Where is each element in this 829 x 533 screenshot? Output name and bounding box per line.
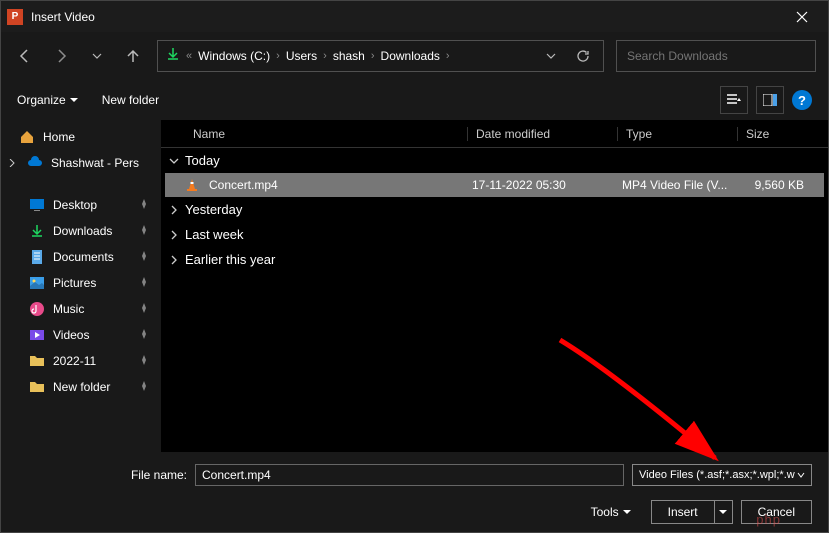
chevron-right-icon: › [446, 50, 450, 62]
addr-dropdown-button[interactable] [539, 44, 563, 68]
chevron-icon: « [186, 50, 192, 62]
sidebar-item-pictures[interactable]: Pictures [1, 270, 161, 296]
file-name: Concert.mp4 [205, 178, 464, 192]
file-type: MP4 Video File (V... [614, 178, 734, 192]
insert-button[interactable]: Insert [651, 500, 715, 524]
chevron-right-icon: › [276, 50, 280, 62]
pin-icon [139, 302, 149, 316]
up-button[interactable] [121, 44, 145, 68]
cancel-button[interactable]: Cancel [741, 500, 812, 524]
sidebar-item-home[interactable]: Home [1, 124, 161, 150]
file-filter-dropdown[interactable]: Video Files (*.asf;*.asx;*.wpl;*.w [632, 464, 812, 486]
group-label: Earlier this year [185, 252, 275, 267]
sidebar-item-label: Pictures [53, 276, 96, 290]
chevron-right-icon: › [371, 50, 375, 62]
folder-icon [29, 379, 45, 395]
pin-icon [139, 198, 149, 212]
close-button[interactable] [782, 3, 822, 31]
vlc-icon [185, 178, 205, 192]
sidebar-item-label: 2022-11 [53, 354, 96, 368]
forward-button[interactable] [49, 44, 73, 68]
window-title: Insert Video [31, 10, 782, 24]
sidebar-item-videos[interactable]: Videos [1, 322, 161, 348]
help-button[interactable]: ? [792, 90, 812, 110]
sidebar-item-music[interactable]: Music [1, 296, 161, 322]
insert-dropdown[interactable] [715, 500, 733, 524]
search-input[interactable] [616, 40, 816, 72]
refresh-button[interactable] [571, 44, 595, 68]
sidebar-item-label: Music [53, 302, 84, 316]
pin-icon [139, 224, 149, 238]
sidebar-item-documents[interactable]: Documents [1, 244, 161, 270]
chevron-right-icon [5, 159, 19, 167]
sidebar-item-folder[interactable]: 2022-11 [1, 348, 161, 374]
new-folder-label: New folder [102, 93, 159, 107]
view-list-button[interactable] [720, 86, 748, 114]
column-header-name[interactable]: Name [185, 127, 468, 141]
cloud-icon [27, 155, 43, 171]
organize-menu[interactable]: Organize [17, 93, 78, 107]
pictures-icon [29, 275, 45, 291]
app-icon: P [7, 9, 23, 25]
downloads-icon [29, 223, 45, 239]
address-bar[interactable]: « Windows (C:) › Users › shash › Downloa… [157, 40, 604, 72]
breadcrumb[interactable]: Windows (C:) [198, 49, 270, 63]
new-folder-button[interactable]: New folder [102, 93, 159, 107]
sidebar-item-label: Downloads [53, 224, 112, 238]
sidebar-item-label: Home [43, 130, 75, 144]
preview-pane-button[interactable] [756, 86, 784, 114]
group-earlier[interactable]: Earlier this year [161, 247, 828, 272]
chevron-right-icon: › [323, 50, 327, 62]
recent-dropdown[interactable] [85, 44, 109, 68]
organize-label: Organize [17, 93, 66, 107]
group-lastweek[interactable]: Last week [161, 222, 828, 247]
documents-icon [29, 249, 45, 265]
tools-menu[interactable]: Tools [591, 505, 631, 519]
file-list: Name Date modified Type Size Today Conce… [161, 120, 828, 452]
home-icon [19, 129, 35, 145]
file-row[interactable]: Concert.mp4 17-11-2022 05:30 MP4 Video F… [165, 173, 824, 197]
column-header-type[interactable]: Type [618, 127, 738, 141]
sidebar: Home Shashwat - Pers Desktop Downloads D… [1, 120, 161, 452]
pin-icon [139, 250, 149, 264]
sidebar-item-downloads[interactable]: Downloads [1, 218, 161, 244]
filename-input[interactable] [195, 464, 624, 486]
pin-icon [139, 276, 149, 290]
sidebar-item-label: Shashwat - Pers [51, 156, 139, 170]
sidebar-item-label: New folder [53, 380, 110, 394]
desktop-icon [29, 197, 45, 213]
pin-icon [139, 354, 149, 368]
group-label: Last week [185, 227, 244, 242]
sidebar-item-desktop[interactable]: Desktop [1, 192, 161, 218]
back-button[interactable] [13, 44, 37, 68]
videos-icon [29, 327, 45, 343]
breadcrumb[interactable]: Downloads [381, 49, 440, 63]
file-size: 9,560 KB [734, 178, 824, 192]
tools-label: Tools [591, 505, 619, 519]
group-label: Today [185, 153, 220, 168]
group-today[interactable]: Today [161, 148, 828, 173]
file-date: 17-11-2022 05:30 [464, 178, 614, 192]
group-label: Yesterday [185, 202, 242, 217]
breadcrumb[interactable]: shash [333, 49, 365, 63]
music-icon [29, 301, 45, 317]
pin-icon [139, 380, 149, 394]
sidebar-item-label: Documents [53, 250, 114, 264]
filename-label: File name: [17, 468, 187, 482]
sidebar-item-label: Videos [53, 328, 89, 342]
column-header-size[interactable]: Size [738, 127, 828, 141]
folder-icon [29, 353, 45, 369]
breadcrumb[interactable]: Users [286, 49, 317, 63]
pin-icon [139, 328, 149, 342]
filter-label: Video Files (*.asf;*.asx;*.wpl;*.w [639, 469, 795, 481]
group-yesterday[interactable]: Yesterday [161, 197, 828, 222]
sidebar-item-personal[interactable]: Shashwat - Pers [1, 150, 161, 176]
column-header-date[interactable]: Date modified [468, 127, 618, 141]
sidebar-item-folder[interactable]: New folder [1, 374, 161, 400]
sidebar-item-label: Desktop [53, 198, 97, 212]
downloads-icon [166, 47, 180, 66]
